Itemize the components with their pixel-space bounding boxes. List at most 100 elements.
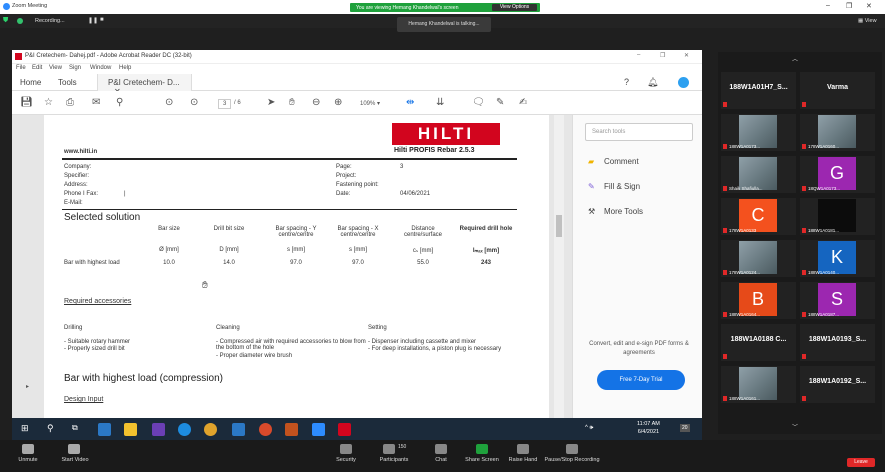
stop-icon[interactable]: ■ — [100, 17, 104, 23]
menu-sign[interactable]: Sign — [69, 65, 81, 71]
skype-icon[interactable] — [178, 423, 191, 436]
raise-hand-label[interactable]: Raise Hand — [503, 457, 543, 463]
participant-tile[interactable]: 188W1A01H7_S... — [721, 72, 796, 109]
participant-tile[interactable]: 188W1A0181... — [800, 198, 875, 235]
notification-badge[interactable]: 20 — [680, 424, 690, 432]
select-cursor-icon[interactable]: ➤ — [267, 97, 275, 108]
menu-help[interactable]: Help — [119, 65, 131, 71]
menu-view[interactable]: View — [49, 65, 62, 71]
participant-tile[interactable]: 188W1A0173... — [721, 114, 796, 151]
pause-icon[interactable]: ❚❚ — [88, 17, 98, 24]
share-screen-icon[interactable] — [476, 444, 488, 454]
share-screen-label[interactable]: Share Screen — [461, 457, 503, 463]
bell-icon[interactable]: 🔔︎ — [647, 77, 658, 88]
participant-tile[interactable]: 188W1A0188 C... — [721, 324, 796, 361]
page-number-input[interactable]: 3 — [218, 99, 232, 109]
participant-tile[interactable]: C 178W1A0133 — [721, 198, 796, 235]
participant-tile[interactable]: 188W1A0192_S... — [800, 366, 875, 403]
file-explorer-icon[interactable] — [124, 423, 137, 436]
tray-icons[interactable]: ^ 🕪︎ — [585, 425, 593, 432]
zoom-in-icon[interactable]: ⊕ — [334, 97, 342, 108]
acrobat-taskbar-icon[interactable] — [338, 423, 351, 436]
email-icon[interactable]: ✉ — [92, 97, 100, 108]
view-button[interactable]: ▦ View — [858, 18, 877, 24]
unmute-label[interactable]: Unmute — [8, 457, 48, 463]
participant-tile[interactable]: 188W1A0161... — [721, 366, 796, 403]
chrome-icon[interactable] — [204, 423, 217, 436]
pause-recording-icon[interactable] — [566, 444, 578, 454]
minimize-icon[interactable]: – — [826, 2, 830, 9]
edge-icon[interactable] — [232, 423, 245, 436]
tool-more-tools[interactable]: ⚒ More Tools — [588, 207, 643, 216]
hand-tool-icon[interactable]: ✋︎ — [289, 97, 295, 108]
page-up-icon[interactable]: ⊙ — [165, 97, 173, 108]
participants-label[interactable]: Participants — [372, 457, 416, 463]
participant-tile[interactable]: 188W1A0193_S... — [800, 324, 875, 361]
acrobat-maximize-icon[interactable]: ❐ — [660, 52, 665, 59]
clock[interactable]: 11:07 AM 6/4/2021 — [637, 420, 660, 436]
participant-tile[interactable]: 178W1A0124... — [721, 240, 796, 277]
mic-muted-icon[interactable] — [22, 444, 34, 454]
zoom-app-icon[interactable] — [98, 423, 111, 436]
start-video-label[interactable]: Start Video — [55, 457, 95, 463]
shield-icon[interactable] — [340, 444, 352, 454]
acrobat-minimize-icon[interactable]: – — [637, 52, 640, 58]
participant-tile[interactable]: G 18QW1A0173... — [800, 156, 875, 193]
taskbar-search-icon[interactable]: ⚲ — [47, 423, 54, 434]
left-panel-toggle-icon[interactable]: ▸ — [26, 383, 29, 390]
save-icon[interactable]: 💾︎ — [20, 97, 33, 108]
close-icon[interactable]: ✕ — [866, 2, 872, 10]
participants-icon[interactable] — [383, 444, 395, 454]
find-icon[interactable]: ⚲ — [116, 97, 123, 108]
pen-icon[interactable]: ✎ — [496, 97, 504, 108]
menu-edit[interactable]: Edit — [32, 65, 42, 71]
acrobat-close-icon[interactable]: ✕ — [684, 52, 689, 59]
view-options-button[interactable]: View Options — [492, 4, 537, 11]
print-icon[interactable]: ⎙ — [66, 97, 74, 108]
sign-icon[interactable]: ✍︎ — [519, 97, 527, 108]
participant-tile[interactable]: Varma — [800, 72, 875, 109]
maximize-icon[interactable]: ❐ — [846, 2, 852, 10]
comment-icon[interactable]: 🗨︎ — [472, 97, 485, 108]
fit-page-icon[interactable]: ⇹ — [406, 97, 414, 108]
opera-icon[interactable] — [259, 423, 272, 436]
document-scrollbar[interactable] — [554, 115, 564, 418]
security-label[interactable]: Security — [326, 457, 366, 463]
windows-start-icon[interactable]: ⊞ — [21, 423, 29, 434]
help-icon[interactable]: ? — [624, 77, 629, 87]
participant-tile[interactable]: 178W1A0160... — [800, 114, 875, 151]
document-view[interactable]: ▸ HILTI Hilti PROFIS Rebar 2.5.3 www.hil… — [12, 115, 582, 418]
page-down-icon[interactable]: ⊙ — [190, 97, 198, 108]
tool-fill-sign[interactable]: ✎ Fill & Sign — [588, 182, 640, 191]
gallery-down-icon[interactable]: ﹀ — [792, 422, 798, 431]
leave-button[interactable]: Leave — [847, 458, 875, 467]
zoom-out-icon[interactable]: ⊖ — [312, 97, 320, 108]
tab-document[interactable]: P&I Cretechem- D... ✕ — [97, 74, 192, 96]
zoom-taskbar-icon[interactable] — [312, 423, 325, 436]
search-tools-input[interactable]: Search tools — [585, 123, 693, 141]
chat-icon[interactable] — [435, 444, 447, 454]
tab-tools[interactable]: Tools — [58, 78, 77, 87]
menu-file[interactable]: File — [16, 65, 26, 71]
office-icon[interactable] — [285, 423, 298, 436]
account-avatar[interactable] — [678, 77, 689, 88]
zoom-level-select[interactable]: 109% ▾ — [360, 100, 380, 107]
free-trial-button[interactable]: Free 7-Day Trial — [597, 370, 685, 390]
raise-hand-icon[interactable] — [517, 444, 529, 454]
participant-tile[interactable]: B 188W1A0164... — [721, 282, 796, 319]
task-view-icon[interactable]: ⧉ — [72, 423, 78, 433]
menu-window[interactable]: Window — [90, 65, 111, 71]
gallery-up-icon[interactable]: ︿ — [792, 54, 798, 63]
tool-comment[interactable]: ▰ Comment — [588, 157, 639, 166]
participant-tile[interactable]: K 188W1A0140... — [800, 240, 875, 277]
pause-recording-label[interactable]: Pause/Stop Recording — [543, 457, 601, 463]
scroll-thumb[interactable] — [556, 215, 562, 237]
video-off-icon[interactable] — [68, 444, 80, 454]
scroll-mode-icon[interactable]: ⇊ — [436, 97, 444, 108]
star-icon[interactable]: ☆ — [44, 97, 53, 108]
tab-home[interactable]: Home — [20, 78, 41, 87]
chat-label[interactable]: Chat — [421, 457, 461, 463]
participant-tile[interactable]: S 188W1A0187... — [800, 282, 875, 319]
onenote-icon[interactable] — [152, 423, 165, 436]
participant-tile[interactable]: Shaik Shafiulla... — [721, 156, 796, 193]
